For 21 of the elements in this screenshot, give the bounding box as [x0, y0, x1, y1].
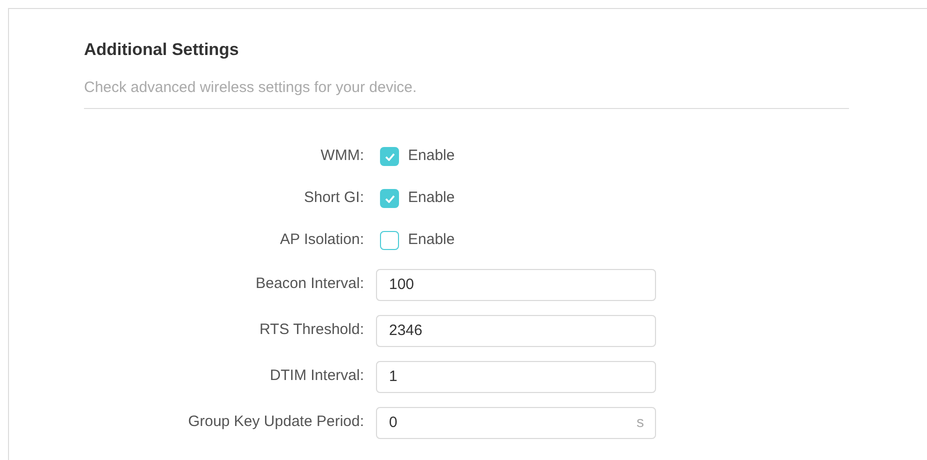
field-label: RTS Threshold:	[258, 320, 365, 340]
input-field[interactable]: 100	[376, 268, 656, 300]
checkbox[interactable]	[380, 147, 399, 166]
field-label: Group Key Update Period:	[187, 412, 365, 432]
input-field[interactable]: 2346	[376, 314, 656, 346]
checkbox[interactable]	[380, 231, 399, 250]
check-icon	[384, 194, 394, 202]
field-label: Short GI:	[302, 188, 365, 208]
check-icon	[384, 152, 394, 160]
input-field[interactable]: 1	[376, 360, 656, 392]
section-description: Check advanced wireless settings for your device.	[84, 77, 849, 108]
checkbox-label: Enable	[408, 188, 455, 208]
checkbox-label: Enable	[408, 230, 455, 250]
checkbox-label: Enable	[408, 146, 455, 166]
field-label: DTIM Interval:	[268, 366, 365, 386]
field-label: WMM:	[320, 146, 365, 166]
field-label: AP Isolation:	[279, 230, 365, 250]
checkbox[interactable]	[380, 189, 399, 208]
section-title: Additional Settings	[84, 39, 240, 61]
field-label: Beacon Interval:	[254, 274, 365, 294]
unit-label: s	[636, 412, 644, 432]
